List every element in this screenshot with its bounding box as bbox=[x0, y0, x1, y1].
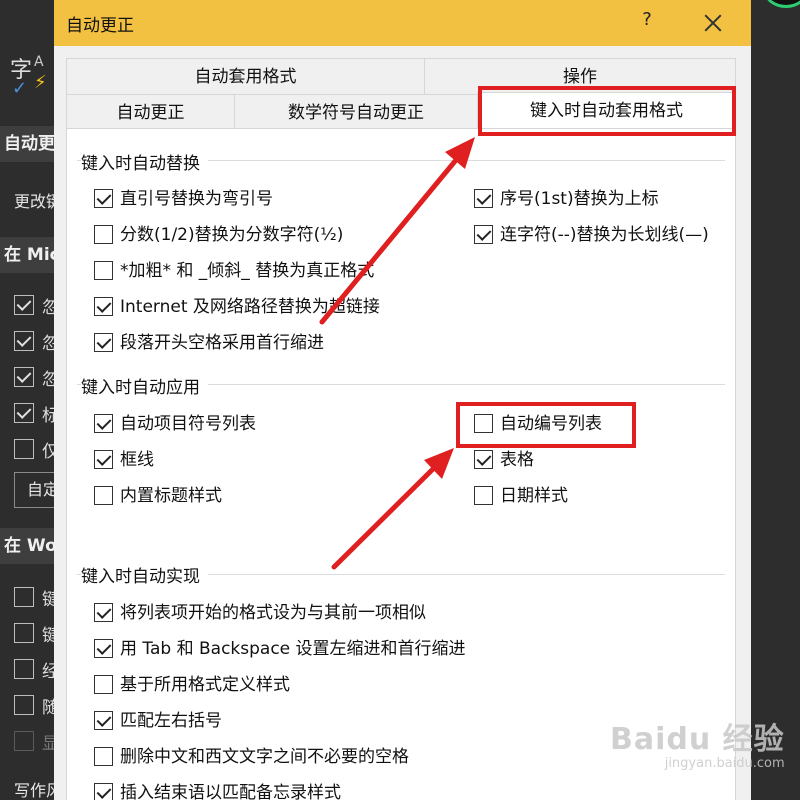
watermark-logo: Baidu 经验 bbox=[610, 722, 785, 757]
option-label: 表格 bbox=[500, 450, 534, 470]
checkbox[interactable] bbox=[94, 486, 113, 505]
tab-panel: 键入时自动替换 直引号替换为弯引号 分数(1/2)替换为分数字符(½) *加粗*… bbox=[66, 128, 736, 800]
option-label: 序号(1st)替换为上标 bbox=[500, 189, 659, 209]
checkbox[interactable] bbox=[94, 333, 113, 352]
highlight-box-tab bbox=[478, 86, 736, 136]
checkbox[interactable] bbox=[94, 675, 113, 694]
watermark-url: jingyan.baidu.com bbox=[664, 756, 785, 771]
checkbox[interactable] bbox=[94, 225, 113, 244]
checkbox[interactable] bbox=[94, 414, 113, 433]
checkbox[interactable] bbox=[94, 747, 113, 766]
bg-checkbox-10[interactable] bbox=[14, 731, 34, 751]
group-title-automatic: 键入时自动实现 bbox=[81, 562, 208, 587]
tab-autocorrect[interactable]: 自动更正 bbox=[66, 94, 235, 130]
custom-dictionary-button[interactable]: 自定义词典 bbox=[14, 472, 56, 508]
option-label: 直引号替换为弯引号 bbox=[120, 189, 273, 209]
bg-checkbox-5[interactable] bbox=[14, 439, 34, 459]
checkbox[interactable] bbox=[474, 450, 493, 469]
option-label: 段落开头空格采用首行缩进 bbox=[120, 333, 324, 353]
section-header-word: 在 Word 中更正拼写和语法时 bbox=[0, 528, 56, 564]
change-autocorrect-text: 更改键入时 Word 更正和设置文本格式的方式 bbox=[14, 192, 56, 211]
option-label: 用 Tab 和 Backspace 设置左缩进和首行缩进 bbox=[120, 639, 466, 659]
checkbox[interactable] bbox=[94, 639, 113, 658]
bg-checkbox-6[interactable] bbox=[14, 587, 34, 607]
option-label: 内置标题样式 bbox=[120, 486, 222, 506]
group-title-replace: 键入时自动替换 bbox=[81, 149, 208, 174]
dialog-title: 自动更正 bbox=[66, 16, 134, 36]
checkbox[interactable] bbox=[94, 189, 113, 208]
section-header-office: 在 Microsoft Office 程序中更正拼写时 bbox=[0, 237, 56, 273]
writing-style-label: 写作风格 bbox=[14, 781, 56, 800]
help-button[interactable]: ? bbox=[636, 9, 658, 35]
bg-checkbox-2[interactable] bbox=[14, 331, 34, 351]
checkbox[interactable] bbox=[94, 261, 113, 280]
option-label: 自动项目符号列表 bbox=[120, 414, 256, 434]
checkbox[interactable] bbox=[474, 225, 493, 244]
option-label: 框线 bbox=[120, 450, 154, 470]
app-icon: 字 A ✓ ⚡ bbox=[8, 52, 52, 99]
checkbox[interactable] bbox=[94, 297, 113, 316]
bg-checkbox-4[interactable] bbox=[14, 403, 34, 423]
tab-math-autocorrect[interactable]: 数学符号自动更正 bbox=[234, 94, 478, 130]
bg-checkbox-3[interactable] bbox=[14, 367, 34, 387]
bg-checkbox-9[interactable] bbox=[14, 695, 34, 715]
close-icon[interactable] bbox=[698, 8, 728, 38]
checkbox[interactable] bbox=[94, 711, 113, 730]
highlight-box-numbered-list bbox=[456, 402, 636, 448]
option-label: 删除中文和西文文字之间不必要的空格 bbox=[120, 747, 409, 767]
bg-checkbox-1[interactable] bbox=[14, 295, 34, 315]
check-icon: ✓ bbox=[12, 78, 28, 99]
bg-checkbox-7[interactable] bbox=[14, 623, 34, 643]
avatar-edge bbox=[764, 0, 800, 8]
option-label: 将列表项开始的格式设为与其前一项相似 bbox=[120, 603, 426, 623]
option-label: 日期样式 bbox=[500, 486, 568, 506]
bg-checkbox-8[interactable] bbox=[14, 659, 34, 679]
checkbox[interactable] bbox=[474, 486, 493, 505]
checkbox[interactable] bbox=[474, 189, 493, 208]
checkbox[interactable] bbox=[94, 783, 113, 800]
option-label: 连字符(--)替换为长划线(—) bbox=[500, 225, 709, 245]
section-header-autocorrect: 自动更正 bbox=[0, 126, 56, 162]
watermark: Baidu 经验 jingyan.baidu.com bbox=[610, 714, 785, 771]
tab-autoformat[interactable]: 自动套用格式 bbox=[66, 58, 425, 94]
option-label: 基于所用格式定义样式 bbox=[120, 675, 290, 695]
lightning-icon: ⚡ bbox=[34, 72, 47, 93]
checkbox[interactable] bbox=[94, 603, 113, 622]
app-icon-letter: A bbox=[34, 54, 44, 70]
option-label: 分数(1/2)替换为分数字符(½) bbox=[120, 225, 344, 245]
option-label: 匹配左右括号 bbox=[120, 711, 222, 731]
option-label: *加粗* 和 _倾斜_ 替换为真正格式 bbox=[120, 261, 375, 281]
checkbox[interactable] bbox=[94, 450, 113, 469]
group-title-apply: 键入时自动应用 bbox=[81, 373, 208, 398]
option-label: 插入结束语以匹配备忘录样式 bbox=[120, 783, 341, 800]
dialog-titlebar: 自动更正 ? bbox=[54, 0, 751, 46]
option-label: Internet 及网络路径替换为超链接 bbox=[120, 297, 380, 317]
